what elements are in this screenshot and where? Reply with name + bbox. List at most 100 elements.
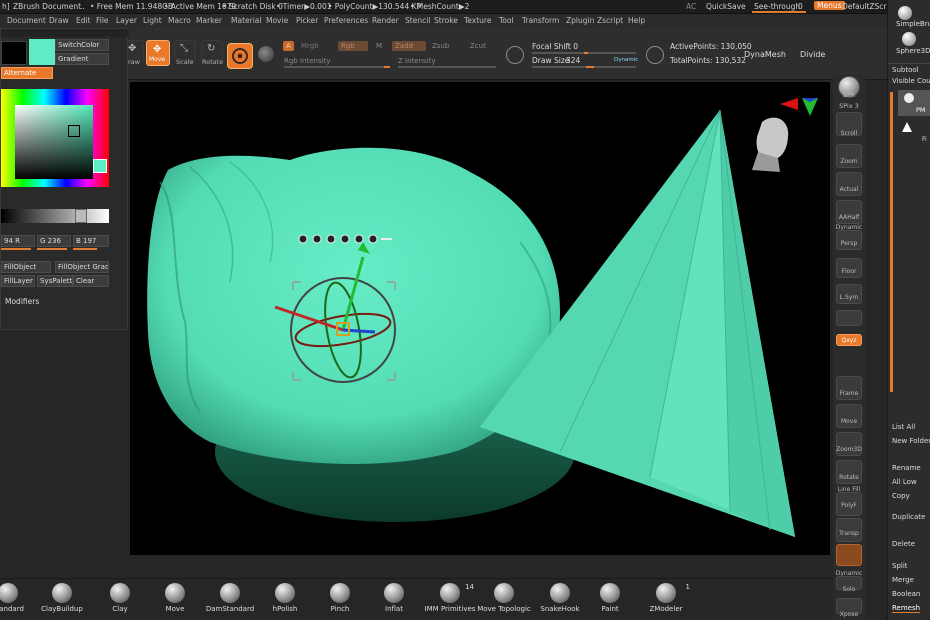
simple-brush-icon[interactable] bbox=[898, 6, 912, 20]
rename-button[interactable]: Rename bbox=[892, 464, 921, 472]
divide-button[interactable]: Divide bbox=[800, 50, 825, 59]
menu-item[interactable]: File bbox=[96, 16, 109, 25]
clear-button[interactable]: Clear bbox=[73, 275, 109, 287]
grayscale-slider[interactable] bbox=[1, 209, 109, 223]
menus-button[interactable]: Menus bbox=[814, 1, 845, 10]
menu-item[interactable]: Render bbox=[372, 16, 399, 25]
see-through-label[interactable]: See-through bbox=[754, 2, 800, 11]
merge-button[interactable]: Merge bbox=[892, 576, 914, 584]
delete-button[interactable]: Delete bbox=[892, 540, 915, 548]
menu-item[interactable]: Transform bbox=[522, 16, 559, 25]
menu-item[interactable]: Preferences bbox=[324, 16, 368, 25]
brush-item[interactable]: hPolish bbox=[255, 583, 315, 613]
ghost-button[interactable] bbox=[836, 544, 862, 566]
subtool-scrollbar[interactable] bbox=[890, 92, 893, 392]
menu-item[interactable]: Stencil bbox=[405, 16, 430, 25]
subtool-header[interactable]: Subtool bbox=[892, 66, 919, 74]
sphere3d-label[interactable]: Sphere3D bbox=[896, 47, 930, 55]
menu-item[interactable]: Zplugin bbox=[566, 16, 594, 25]
gyro-toggle-button[interactable] bbox=[227, 43, 253, 69]
menu-item[interactable]: Texture bbox=[464, 16, 491, 25]
menu-item[interactable]: Help bbox=[628, 16, 645, 25]
menu-item[interactable]: Macro bbox=[168, 16, 191, 25]
orientation-head-icon[interactable] bbox=[752, 117, 789, 172]
see-through-slider[interactable] bbox=[752, 11, 806, 13]
fill-object-grad-button[interactable]: FillObject Grad bbox=[55, 261, 109, 273]
zcut-button[interactable]: Zcut bbox=[470, 42, 486, 50]
subtool-item-pm[interactable]: PM bbox=[898, 90, 930, 116]
dynamic-toggle[interactable]: Dynamic bbox=[614, 57, 638, 63]
switch-color-button[interactable]: SwitchColor bbox=[55, 39, 109, 51]
z-intensity-slider[interactable] bbox=[398, 66, 496, 68]
new-folder-button[interactable]: New Folder bbox=[892, 437, 930, 445]
spix-value[interactable]: SPix 3 bbox=[833, 102, 865, 110]
menu-item[interactable]: Marker bbox=[196, 16, 222, 25]
modifiers-header[interactable]: Modifiers bbox=[5, 297, 39, 306]
menu-item[interactable]: Tool bbox=[499, 16, 514, 25]
scene-svg[interactable] bbox=[130, 82, 830, 555]
lock-button[interactable] bbox=[836, 310, 862, 326]
duplicate-button[interactable]: Duplicate bbox=[892, 513, 925, 521]
secondary-color-swatch[interactable] bbox=[1, 41, 27, 65]
saturation-value-square[interactable] bbox=[15, 105, 93, 179]
menu-item[interactable]: Movie bbox=[266, 16, 288, 25]
menu-item[interactable]: Material bbox=[231, 16, 261, 25]
focal-shift-icon[interactable] bbox=[506, 46, 524, 64]
a-button[interactable]: A bbox=[283, 41, 294, 51]
draw-size-slider[interactable] bbox=[532, 66, 636, 68]
focal-shift[interactable]: Focal Shift 0 bbox=[532, 42, 578, 51]
canvas-viewport[interactable] bbox=[130, 82, 830, 555]
all-low-button[interactable]: All Low bbox=[892, 478, 917, 486]
brush-item[interactable]: DamStandard bbox=[200, 583, 260, 613]
brush-item[interactable]: Pinch bbox=[310, 583, 370, 613]
color-picker-cursor[interactable] bbox=[68, 125, 80, 137]
mrgb-button[interactable]: Mrgb bbox=[301, 42, 319, 50]
brush-item[interactable]: ClayBuildup bbox=[32, 583, 92, 613]
visible-count-label[interactable]: Visible Coun bbox=[892, 77, 930, 85]
rgb-intensity-slider[interactable] bbox=[284, 66, 390, 68]
menu-item[interactable]: Layer bbox=[116, 16, 137, 25]
brush-item[interactable]: Inflat bbox=[364, 583, 424, 613]
fill-object-button[interactable]: FillObject bbox=[1, 261, 51, 273]
move-button[interactable]: ✥ Move bbox=[146, 40, 170, 66]
grayscale-thumb[interactable] bbox=[75, 209, 87, 223]
m-button[interactable]: M bbox=[376, 42, 382, 50]
rgb-button[interactable]: Rgb bbox=[338, 41, 368, 51]
sys-palette-button[interactable]: SysPalette bbox=[37, 275, 73, 287]
brush-item[interactable]: Move bbox=[145, 583, 205, 613]
cone-subtool-icon[interactable] bbox=[902, 122, 912, 132]
dynamesh-button[interactable]: DynaMesh bbox=[744, 50, 786, 59]
copy-button[interactable]: Copy bbox=[892, 492, 910, 500]
gradient-button[interactable]: Gradient bbox=[55, 53, 109, 65]
boolean-button[interactable]: Boolean bbox=[892, 590, 920, 598]
fill-layer-button[interactable]: FillLayer bbox=[1, 275, 35, 287]
sphere-mesh[interactable] bbox=[147, 147, 575, 522]
menu-item[interactable]: Draw bbox=[49, 16, 69, 25]
brush-item[interactable]: ZModeler 1 bbox=[636, 583, 696, 613]
menu-item[interactable]: Edit bbox=[76, 16, 91, 25]
list-all-button[interactable]: List All bbox=[892, 423, 915, 431]
draw-size-value[interactable]: 324 bbox=[566, 56, 580, 65]
blue-field[interactable]: B 197 bbox=[73, 235, 109, 247]
hue-cursor[interactable] bbox=[93, 159, 107, 173]
simple-brush-label[interactable]: SimpleBrus bbox=[896, 20, 930, 28]
alternate-button[interactable]: Alternate bbox=[1, 67, 53, 79]
brush-item[interactable]: Paint bbox=[580, 583, 640, 613]
material-sphere-icon[interactable] bbox=[258, 46, 274, 62]
menu-item[interactable]: Stroke bbox=[434, 16, 458, 25]
green-field[interactable]: G 236 bbox=[37, 235, 71, 247]
menu-item[interactable]: Document bbox=[7, 16, 46, 25]
quicksave-button[interactable]: QuickSave bbox=[706, 2, 746, 11]
menu-item[interactable]: Light bbox=[143, 16, 162, 25]
menu-item[interactable]: Picker bbox=[296, 16, 318, 25]
sphere3d-icon[interactable] bbox=[902, 32, 916, 46]
main-color-swatch[interactable] bbox=[29, 39, 55, 65]
remesh-button[interactable]: Remesh bbox=[892, 604, 921, 613]
zsub-button[interactable]: Zsub bbox=[432, 42, 449, 50]
brush-item[interactable]: IMM Primitives 14 bbox=[420, 583, 480, 613]
split-button[interactable]: Split bbox=[892, 562, 908, 570]
zadd-button[interactable]: Zadd bbox=[392, 41, 426, 51]
menu-item[interactable]: Zscript bbox=[597, 16, 623, 25]
red-field[interactable]: 94 R bbox=[1, 235, 35, 247]
brush-item[interactable]: Clay bbox=[90, 583, 150, 613]
